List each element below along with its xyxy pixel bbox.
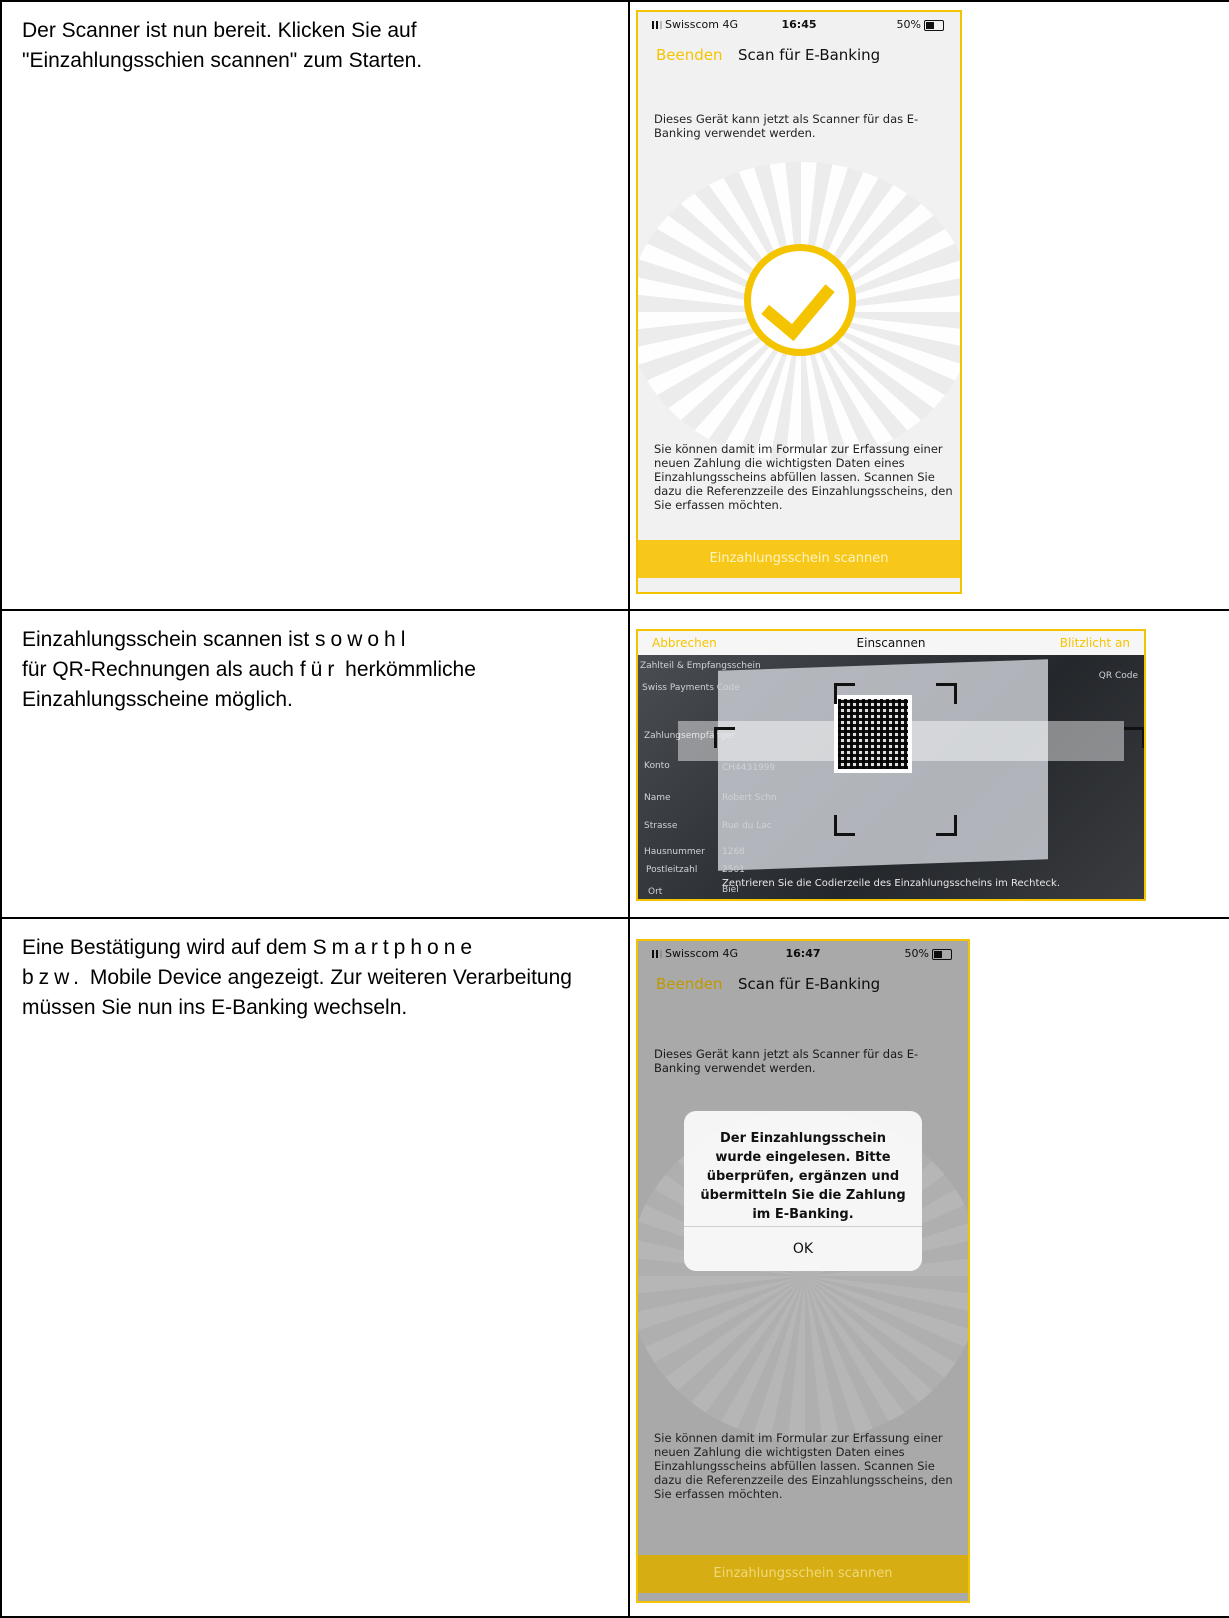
nav-bar: Beenden Scan für E-Banking [638,34,960,74]
scan-frame-corner [936,815,957,836]
instruction-cell: Einzahlungsschein scannen ist sowohl für… [0,611,630,917]
detail-text: Sie können damit im Formular zur Erfassu… [654,442,953,512]
scan-frame-corner [834,815,855,836]
scan-hint-text: Zentrieren Sie die Codierzeile des Einza… [721,878,1061,889]
success-check-icon [744,244,856,356]
status-bar: Swisscom 4G 16:45 50% [638,12,960,34]
battery-icon [924,19,944,31]
form-label: Hausnummer [644,847,705,857]
flash-toggle-button[interactable]: Blitzlicht an [1060,636,1130,650]
form-value: 2501 [722,865,745,875]
quit-button[interactable]: Beenden [656,46,723,64]
table-row: Eine Bestätigung wird auf dem Smartphone… [0,917,1229,1618]
nav-title: Scan für E-Banking [738,46,881,64]
screenshot-cell: Swisscom 4G 16:45 50% Beenden Scan für E… [630,2,1229,609]
screenshot-cell: Swisscom 4G 16:47 50% Beenden Scan für E… [630,919,1229,1616]
form-value: Robert Schn [722,793,777,803]
form-label: Swiss Payments Code [642,683,740,693]
phone-screenshot: Swisscom 4G 16:47 50% Beenden Scan für E… [636,939,970,1603]
confirmation-dialog: Der Einzahlungsschein wurde eingelesen. … [684,1111,922,1271]
table-row: Der Scanner ist nun bereit. Klicken Sie … [0,0,1229,609]
form-label: Postleitzahl [646,865,698,875]
instruction-text: Der Scanner ist nun bereit. Klicken Sie … [22,19,423,72]
instruction-cell: Eine Bestätigung wird auf dem Smartphone… [0,919,630,1616]
instruction-text: Einzahlungsschein scannen ist sowohl für… [22,628,476,711]
qr-code-button-label: QR Code [1098,671,1138,681]
form-value: Rue du Lac [722,821,772,831]
form-label: Konto [644,761,670,771]
scan-frame-corner [714,727,735,748]
form-label: Zahlteil & Empfangsschein [640,661,761,671]
camera-screenshot: Zahlteil & Empfangsschein Swiss Payments… [636,629,1146,901]
form-label: Strasse [644,821,678,831]
battery-level: 50% [896,18,921,31]
ok-button[interactable]: OK [684,1226,922,1271]
form-value: 1268 [722,847,745,857]
instruction-text: Eine Bestätigung wird auf dem Smartphone… [22,936,572,1019]
dialog-message: Der Einzahlungsschein wurde eingelesen. … [700,1131,906,1222]
scan-frame-corner [1124,727,1144,748]
form-label: Name [644,793,671,803]
form-value: CH4431999 [722,763,776,773]
scan-frame-corner [936,683,957,704]
qr-code-image [834,695,912,773]
instruction-cell: Der Scanner ist nun bereit. Klicken Sie … [0,2,630,609]
scan-payment-slip-button[interactable]: Einzahlungsschein scannen [638,1555,968,1593]
camera-nav-bar: Abbrechen Einscannen Blitzlicht an [638,631,1144,655]
scan-frame-corner [834,683,855,704]
intro-text: Dieses Gerät kann jetzt als Scanner für … [654,112,919,140]
modal-overlay [638,941,968,1601]
scan-payment-slip-button[interactable]: Einzahlungsschein scannen [638,540,960,578]
detail-text: Sie können damit im Formular zur Erfassu… [654,1431,953,1501]
phone-screenshot: Swisscom 4G 16:45 50% Beenden Scan für E… [636,10,962,594]
